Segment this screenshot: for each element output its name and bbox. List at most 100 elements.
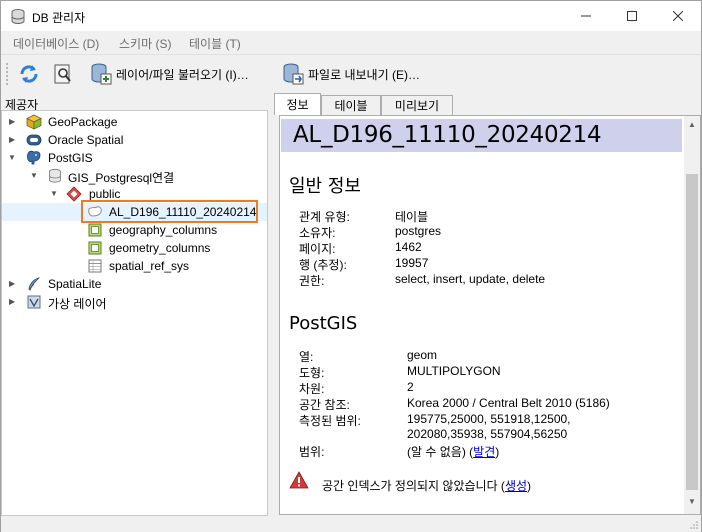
schema-icon [66, 186, 82, 202]
pages-label: 페이지: [299, 242, 336, 256]
srid-label: 공간 참조: [299, 398, 350, 412]
extent-close-paren: ) [495, 445, 500, 459]
maximize-icon [627, 11, 637, 21]
providers-tree[interactable]: ▶ GeoPackage ▶ Oracle Spatial ▼ PostGIS … [1, 110, 268, 516]
pages-value: 1462 [395, 240, 422, 254]
tree-label: public [89, 187, 121, 201]
minimize-button[interactable] [563, 1, 609, 31]
tree-label: PostGIS [48, 151, 93, 165]
tree-item-spatial-ref-sys[interactable]: spatial_ref_sys [2, 257, 267, 275]
expand-arrow-icon[interactable]: ▶ [9, 118, 17, 126]
tree-label: geometry_columns [109, 241, 211, 255]
import-layer-button[interactable]: 레이어/파일 불러오기 (I)… [89, 61, 249, 87]
resize-grip-icon[interactable] [689, 520, 699, 530]
rows-label: 행 (추정): [299, 258, 347, 272]
menu-table[interactable]: 테이블 (T) [189, 35, 241, 52]
title-bar: DB 관리자 [1, 1, 701, 31]
collapse-arrow-icon[interactable]: ▼ [50, 190, 58, 198]
tree-item-geometry-columns[interactable]: geometry_columns [2, 239, 267, 257]
virtual-layer-icon [27, 295, 41, 309]
tree-item-spatialite[interactable]: ▶ SpatiaLite [2, 275, 267, 293]
rows-value: 19957 [395, 256, 429, 270]
export-file-button[interactable]: 파일로 내보내기 (E)… [281, 61, 420, 87]
tree-label: Oracle Spatial [48, 133, 124, 147]
relation-type-label: 관계 유형: [299, 210, 350, 224]
dimension-label: 차원: [299, 382, 325, 396]
column-value: geom [407, 348, 438, 362]
view-table-icon [88, 223, 102, 237]
expand-arrow-icon[interactable]: ▶ [9, 136, 17, 144]
tree-item-virtual-layers[interactable]: ▶ 가상 레이어 [2, 293, 267, 311]
column-label: 열: [299, 350, 314, 364]
sql-window-icon [54, 64, 71, 84]
tab-preview[interactable]: 미리보기 [381, 95, 453, 115]
table-name-heading: AL_D196_11110_20240214 [293, 122, 602, 148]
vertical-scrollbar[interactable]: ▲ ▼ [684, 116, 700, 514]
geopackage-icon [26, 114, 42, 130]
srid-value: Korea 2000 / Central Belt 2010 (5186) [407, 396, 610, 410]
refresh-button[interactable] [17, 61, 41, 87]
spatial-index-warning: 공간 인덱스가 정의되지 않았습니다 (생성) [322, 477, 531, 494]
general-info-title: 일반 정보 [289, 176, 361, 197]
geometry-label: 도형: [299, 366, 325, 380]
tree-label: geography_columns [109, 223, 218, 237]
privileges-label: 권한: [299, 274, 325, 288]
scroll-up-arrow-icon[interactable]: ▲ [684, 118, 700, 132]
tree-label: GeoPackage [48, 115, 118, 129]
status-bar [1, 516, 701, 532]
extent-value: (알 수 없음) (발견) [407, 443, 499, 460]
spatial-index-warning-text: 공간 인덱스가 정의되지 않았습니다 ( [322, 479, 505, 493]
estimated-extent-value-line1: 195775,25000, 551918,12500, [407, 412, 571, 426]
privileges-value: select, insert, update, delete [395, 272, 546, 286]
info-header: AL_D196_11110_20240214 [281, 119, 682, 152]
tab-table[interactable]: 테이블 [321, 95, 381, 115]
tree-item-postgis[interactable]: ▼ PostGIS [2, 149, 267, 167]
collapse-arrow-icon[interactable]: ▼ [8, 154, 16, 162]
maximize-button[interactable] [609, 1, 655, 31]
toolbar-grip[interactable] [6, 63, 10, 85]
owner-label: 소유자: [299, 226, 336, 240]
database-connection-icon [49, 168, 61, 183]
expand-arrow-icon[interactable]: ▶ [9, 280, 17, 288]
oracle-icon [26, 134, 42, 146]
dimension-value: 2 [407, 380, 414, 394]
close-button[interactable] [655, 1, 701, 31]
table-icon [88, 259, 102, 273]
warning-close-paren: ) [527, 479, 532, 493]
create-index-link[interactable]: 생성 [505, 479, 527, 493]
estimated-extent-label: 측정된 범위: [299, 414, 361, 428]
database-import-icon [91, 63, 112, 85]
import-layer-label: 레이어/파일 불러오기 (I)… [116, 67, 249, 82]
warning-icon [289, 471, 309, 489]
extent-label: 범위: [299, 445, 325, 459]
collapse-arrow-icon[interactable]: ▼ [30, 172, 38, 180]
tree-item-geopackage[interactable]: ▶ GeoPackage [2, 113, 267, 131]
minimize-icon [581, 15, 591, 17]
toolbar: 레이어/파일 불러오기 (I)… 파일로 내보내기 (E)… [1, 54, 701, 92]
scrollbar-thumb[interactable] [686, 174, 698, 490]
tree-label: 가상 레이어 [48, 297, 107, 311]
tree-item-oracle-spatial[interactable]: ▶ Oracle Spatial [2, 131, 267, 149]
panel-splitter[interactable] [269, 93, 273, 515]
menu-schema[interactable]: 스키마 (S) [119, 35, 171, 52]
database-export-icon [283, 63, 304, 85]
postgis-elephant-icon [27, 150, 41, 165]
postgis-section-title: PostGIS [289, 313, 358, 334]
expand-arrow-icon[interactable]: ▶ [9, 298, 17, 306]
scroll-down-arrow-icon[interactable]: ▼ [684, 495, 700, 509]
db-manager-window: DB 관리자 데이터베이스 (D) 스키마 (S) 테이블 (T) 레이어/파일… [0, 0, 702, 532]
estimated-extent-value-line2: 202080,35938, 557904,56250 [407, 427, 568, 441]
info-panel: AL_D196_11110_20240214 일반 정보 관계 유형: 테이블 … [279, 115, 701, 515]
tab-info[interactable]: 정보 [274, 93, 321, 115]
menu-database[interactable]: 데이터베이스 (D) [13, 35, 99, 52]
sql-window-button[interactable] [51, 61, 75, 87]
export-file-label: 파일로 내보내기 (E)… [308, 67, 420, 82]
tree-item-connection[interactable]: ▼ GIS_Postgresql연결 [2, 167, 267, 185]
owner-value: postgres [395, 224, 442, 238]
relation-type-value: 테이블 [395, 210, 429, 224]
tree-item-geography-columns[interactable]: geography_columns [2, 221, 267, 239]
database-app-icon [11, 9, 25, 24]
tab-bar: 정보 테이블 미리보기 [273, 93, 701, 115]
geometry-value: MULTIPOLYGON [407, 364, 501, 378]
extent-find-link[interactable]: 발견 [473, 445, 495, 459]
